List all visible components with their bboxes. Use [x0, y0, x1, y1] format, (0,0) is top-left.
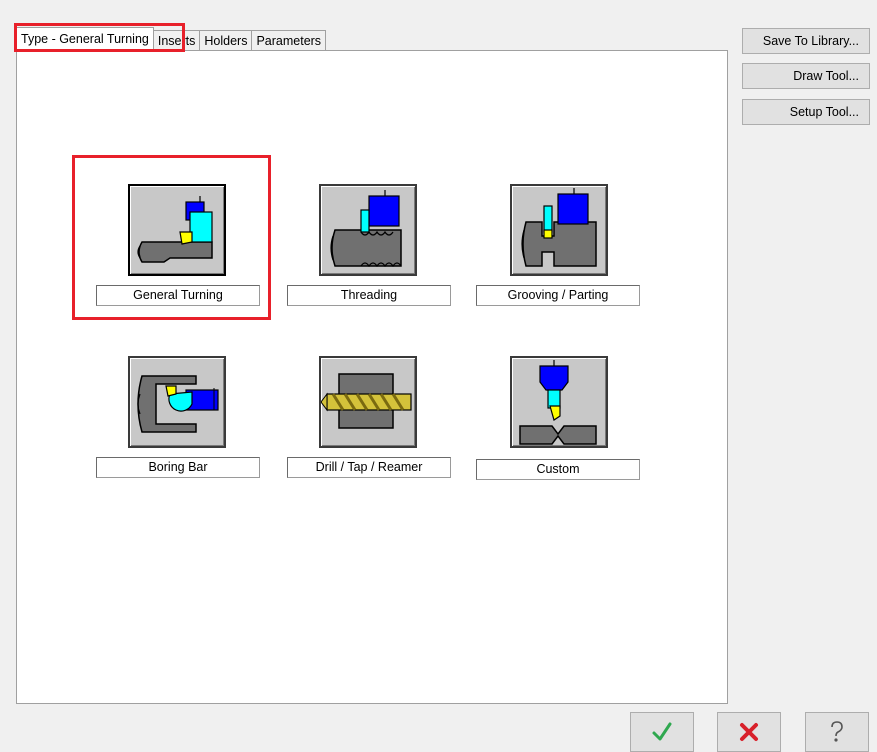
tab-inserts[interactable]: Inserts: [152, 30, 201, 51]
ok-checkmark-icon: [652, 722, 672, 741]
threading-icon[interactable]: [319, 184, 417, 276]
drill-tap-reamer-icon[interactable]: [319, 356, 417, 448]
setup-tool-button[interactable]: Setup Tool...: [742, 99, 870, 125]
boring-bar-icon[interactable]: [128, 356, 226, 448]
tool-label-general-turning[interactable]: General Turning: [96, 285, 260, 306]
tool-label-custom[interactable]: Custom: [476, 459, 640, 480]
cancel-x-icon: [740, 723, 758, 741]
tab-type-general-turning[interactable]: Type - General Turning: [16, 27, 154, 51]
save-to-library-button[interactable]: Save To Library...: [742, 28, 870, 54]
draw-tool-button[interactable]: Draw Tool...: [742, 63, 870, 89]
cancel-button[interactable]: [717, 712, 781, 752]
grooving-parting-icon[interactable]: [510, 184, 608, 276]
tab-parameters[interactable]: Parameters: [251, 30, 327, 51]
tool-label-threading[interactable]: Threading: [287, 285, 451, 306]
tab-holders[interactable]: Holders: [199, 30, 253, 51]
tab-strip: Type - General Turning Inserts Holders P…: [16, 27, 327, 51]
help-button[interactable]: [805, 712, 869, 752]
tool-label-grooving-parting[interactable]: Grooving / Parting: [476, 285, 640, 306]
ok-button[interactable]: [630, 712, 694, 752]
tool-label-boring-bar[interactable]: Boring Bar: [96, 457, 260, 478]
general-turning-icon[interactable]: [128, 184, 226, 276]
help-question-icon: [831, 721, 843, 742]
custom-icon[interactable]: [510, 356, 608, 448]
tool-label-drill-tap-reamer[interactable]: Drill / Tap / Reamer: [287, 457, 451, 478]
